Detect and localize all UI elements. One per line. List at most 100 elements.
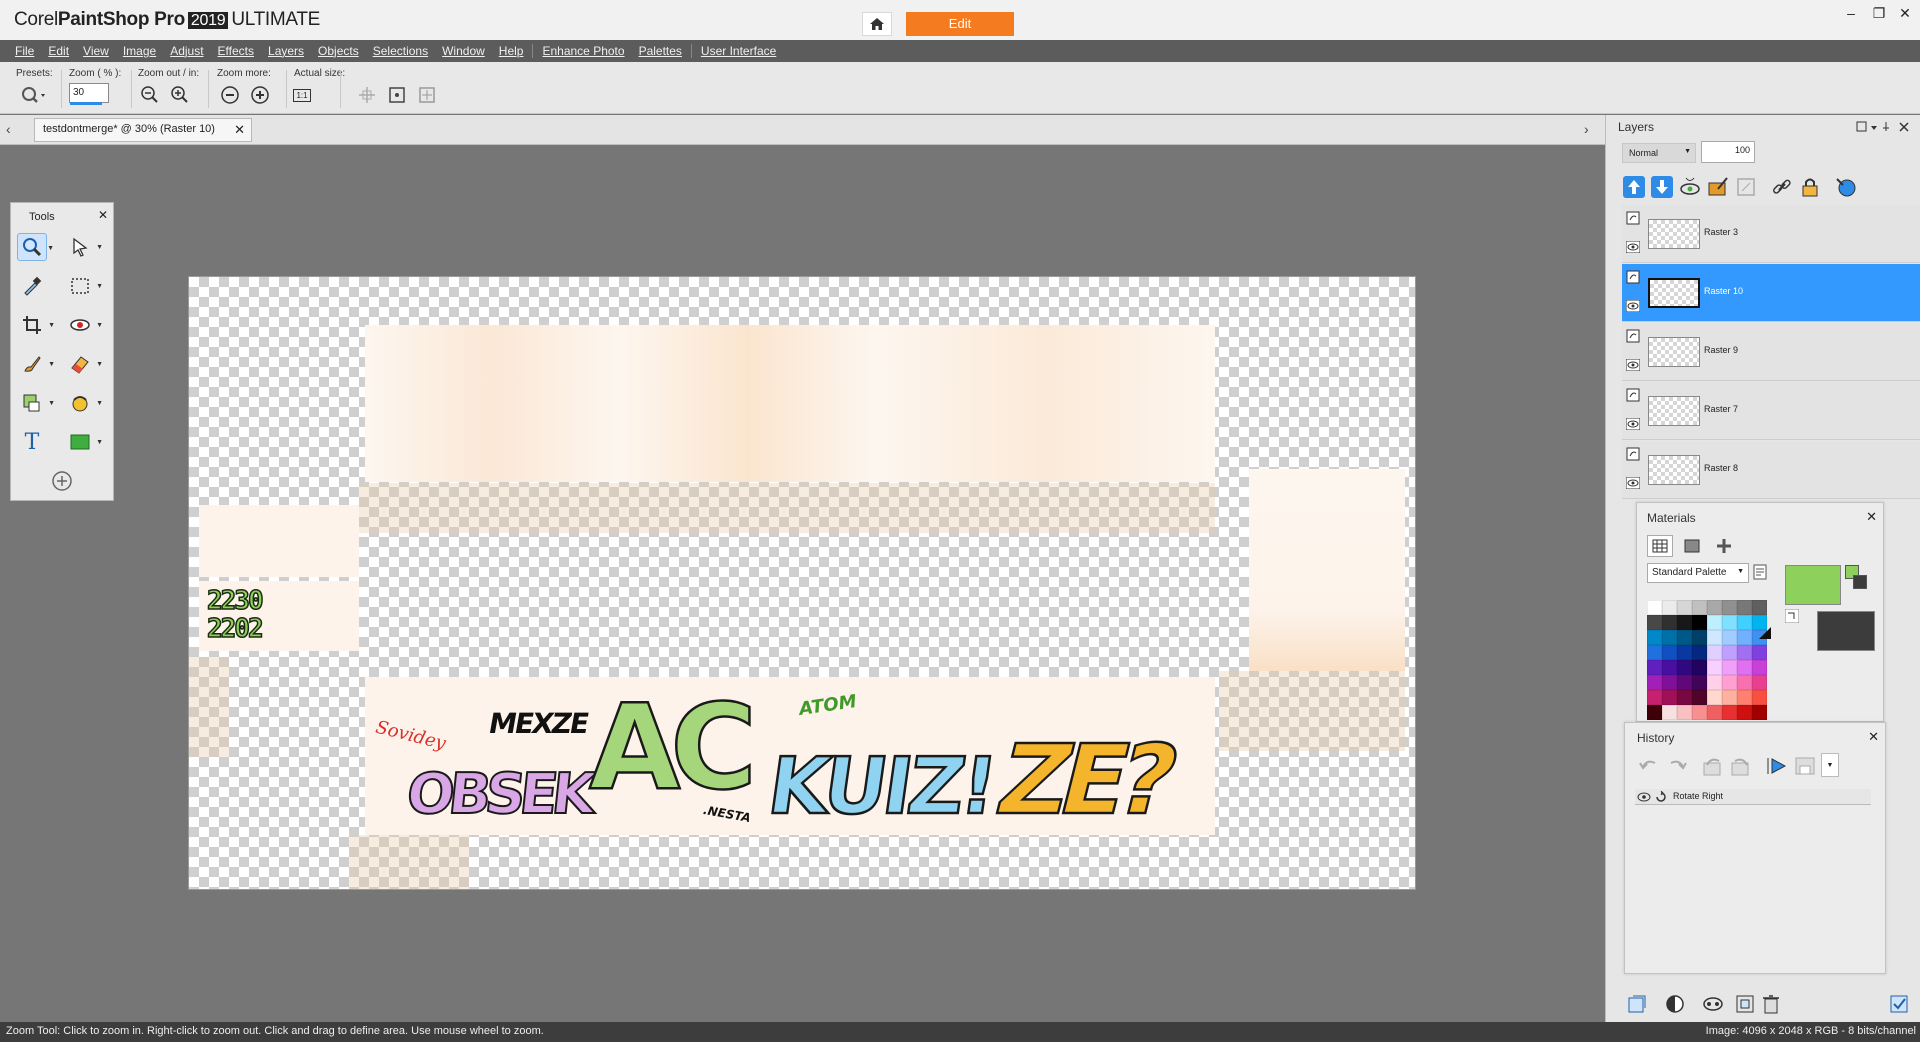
zoom-tool[interactable]: ▼ bbox=[17, 233, 54, 261]
blend-mode-dropdown[interactable]: Normal ▼ bbox=[1622, 143, 1696, 163]
background-mini-swatch[interactable] bbox=[1853, 575, 1867, 589]
check-layers-button[interactable] bbox=[1886, 991, 1912, 1017]
layer-row-selected[interactable]: Raster 10 bbox=[1622, 264, 1920, 322]
home-button[interactable] bbox=[862, 12, 892, 36]
edit-workspace-tab[interactable]: Edit bbox=[906, 12, 1014, 36]
layer-group-icon[interactable] bbox=[1626, 211, 1640, 225]
menu-objects[interactable]: Objects bbox=[311, 44, 366, 58]
crop-tool[interactable]: ▼ bbox=[17, 311, 55, 339]
layer-row[interactable]: Raster 9 bbox=[1622, 323, 1920, 381]
document-tab[interactable]: testdontmerge* @ 30% (Raster 10) ✕ bbox=[34, 118, 252, 142]
reset-colors-icon[interactable] bbox=[1759, 627, 1771, 639]
color-swatch-grid[interactable] bbox=[1647, 600, 1767, 720]
clone-tool[interactable]: ▼ bbox=[17, 389, 55, 417]
menu-view[interactable]: View bbox=[76, 44, 116, 58]
text-tool[interactable]: T bbox=[17, 428, 47, 456]
selection-tool[interactable]: ▼ bbox=[65, 272, 103, 300]
menu-file[interactable]: File bbox=[8, 44, 41, 58]
menu-selections[interactable]: Selections bbox=[366, 44, 435, 58]
delete-layer-button[interactable] bbox=[1758, 991, 1784, 1017]
layer-group-icon[interactable] bbox=[1626, 270, 1640, 284]
menu-edit[interactable]: Edit bbox=[41, 44, 76, 58]
menu-enhance-photo[interactable]: Enhance Photo bbox=[535, 44, 631, 58]
layer-group-icon[interactable] bbox=[1626, 388, 1640, 402]
paint-brush-tool[interactable]: ▼ bbox=[17, 350, 55, 378]
tabs-scroll-right-icon[interactable]: › bbox=[1584, 121, 1589, 137]
layer-effects-button[interactable] bbox=[1704, 173, 1732, 201]
zoom-more-out-button[interactable] bbox=[218, 84, 242, 106]
presets-dropdown[interactable] bbox=[18, 84, 48, 106]
layer-row[interactable]: Raster 7 bbox=[1622, 382, 1920, 440]
red-eye-tool[interactable]: ▼ bbox=[65, 311, 103, 339]
redo-to-icon[interactable] bbox=[1729, 755, 1753, 777]
menu-image[interactable]: Image bbox=[116, 44, 163, 58]
minimize-button[interactable]: – bbox=[1840, 4, 1862, 22]
pick-tool[interactable]: ▼ bbox=[65, 233, 103, 261]
menu-adjust[interactable]: Adjust bbox=[163, 44, 210, 58]
close-document-icon[interactable]: ✕ bbox=[234, 122, 245, 138]
menu-palettes[interactable]: Palettes bbox=[632, 44, 689, 58]
layer-mask-button[interactable] bbox=[1732, 173, 1760, 201]
actual-size-button[interactable]: 1:1 bbox=[290, 84, 314, 106]
menu-user-interface[interactable]: User Interface bbox=[694, 44, 783, 58]
menu-effects[interactable]: Effects bbox=[211, 44, 261, 58]
panel-menu-icon[interactable] bbox=[1856, 120, 1916, 134]
play-history-icon[interactable] bbox=[1765, 755, 1789, 777]
foreground-color-swatch[interactable] bbox=[1785, 565, 1841, 605]
layer-group-icon[interactable] bbox=[1626, 329, 1640, 343]
menu-help[interactable]: Help bbox=[492, 44, 531, 58]
zoom-in-button[interactable] bbox=[168, 84, 192, 106]
materials-close-icon[interactable]: ✕ bbox=[1866, 509, 1877, 525]
eye-icon[interactable] bbox=[1626, 241, 1640, 253]
pan-disabled-button[interactable] bbox=[355, 84, 379, 106]
restore-button[interactable]: ❐ bbox=[1868, 4, 1890, 22]
layer-properties-button[interactable] bbox=[1832, 173, 1860, 201]
zoom-percent-input[interactable]: 30 bbox=[69, 83, 109, 103]
layer-row[interactable]: Raster 8 bbox=[1622, 441, 1920, 499]
add-tool-button[interactable] bbox=[47, 467, 77, 495]
fit-window-button[interactable] bbox=[385, 84, 409, 106]
save-script-icon[interactable] bbox=[1793, 755, 1817, 777]
layer-group-icon[interactable] bbox=[1626, 447, 1640, 461]
eye-icon[interactable] bbox=[1626, 300, 1640, 312]
move-layer-up-button[interactable] bbox=[1620, 173, 1648, 201]
menu-layers[interactable]: Layers bbox=[261, 44, 311, 58]
link-layer-button[interactable] bbox=[1768, 173, 1796, 201]
group-layers-button[interactable] bbox=[1732, 991, 1758, 1017]
lock-layer-button[interactable] bbox=[1796, 173, 1824, 201]
move-layer-down-button[interactable] bbox=[1648, 173, 1676, 201]
background-color-swatch[interactable] bbox=[1817, 611, 1875, 651]
fit-image-button[interactable] bbox=[415, 84, 439, 106]
eye-icon[interactable] bbox=[1626, 418, 1640, 430]
history-close-icon[interactable]: ✕ bbox=[1868, 729, 1879, 745]
rainbow-tab[interactable] bbox=[1679, 535, 1705, 557]
layer-visibility-button[interactable] bbox=[1676, 173, 1704, 201]
zoom-out-button[interactable] bbox=[138, 84, 162, 106]
dropper-tool[interactable] bbox=[17, 272, 47, 300]
history-options-dropdown[interactable]: ▼ bbox=[1821, 753, 1839, 777]
swatches-tab[interactable] bbox=[1711, 535, 1737, 557]
eraser-tool[interactable]: ▼ bbox=[65, 350, 103, 378]
swap-colors-icon[interactable] bbox=[1785, 609, 1799, 623]
undo-icon[interactable] bbox=[1637, 755, 1661, 777]
opacity-input[interactable]: 100 bbox=[1701, 141, 1755, 163]
undo-to-icon[interactable] bbox=[1701, 755, 1725, 777]
adjustment-layer-button[interactable] bbox=[1662, 991, 1688, 1017]
smudge-tool[interactable]: ▼ bbox=[65, 389, 103, 417]
eye-icon[interactable] bbox=[1626, 477, 1640, 489]
palette-options-icon[interactable] bbox=[1753, 564, 1767, 580]
tabs-scroll-left-icon[interactable]: ‹ bbox=[6, 121, 11, 137]
eye-icon[interactable] bbox=[1637, 791, 1651, 803]
tools-close-icon[interactable]: ✕ bbox=[98, 208, 108, 222]
new-layer-button[interactable] bbox=[1624, 991, 1650, 1017]
zoom-more-in-button[interactable] bbox=[248, 84, 272, 106]
image-canvas[interactable]: 2230 2202 Sovidey MEXZE ATOM OBSEK AC .N… bbox=[188, 276, 1416, 890]
frame-tab[interactable] bbox=[1647, 535, 1673, 557]
eye-icon[interactable] bbox=[1626, 359, 1640, 371]
mask-layer-button[interactable] bbox=[1700, 991, 1726, 1017]
menu-window[interactable]: Window bbox=[435, 44, 492, 58]
zoom-slider-bar[interactable] bbox=[70, 102, 102, 105]
shape-tool[interactable]: ▼ bbox=[65, 428, 103, 456]
layer-row[interactable]: Raster 3 bbox=[1622, 205, 1920, 263]
palette-dropdown[interactable]: Standard Palette ▼ bbox=[1647, 563, 1749, 583]
